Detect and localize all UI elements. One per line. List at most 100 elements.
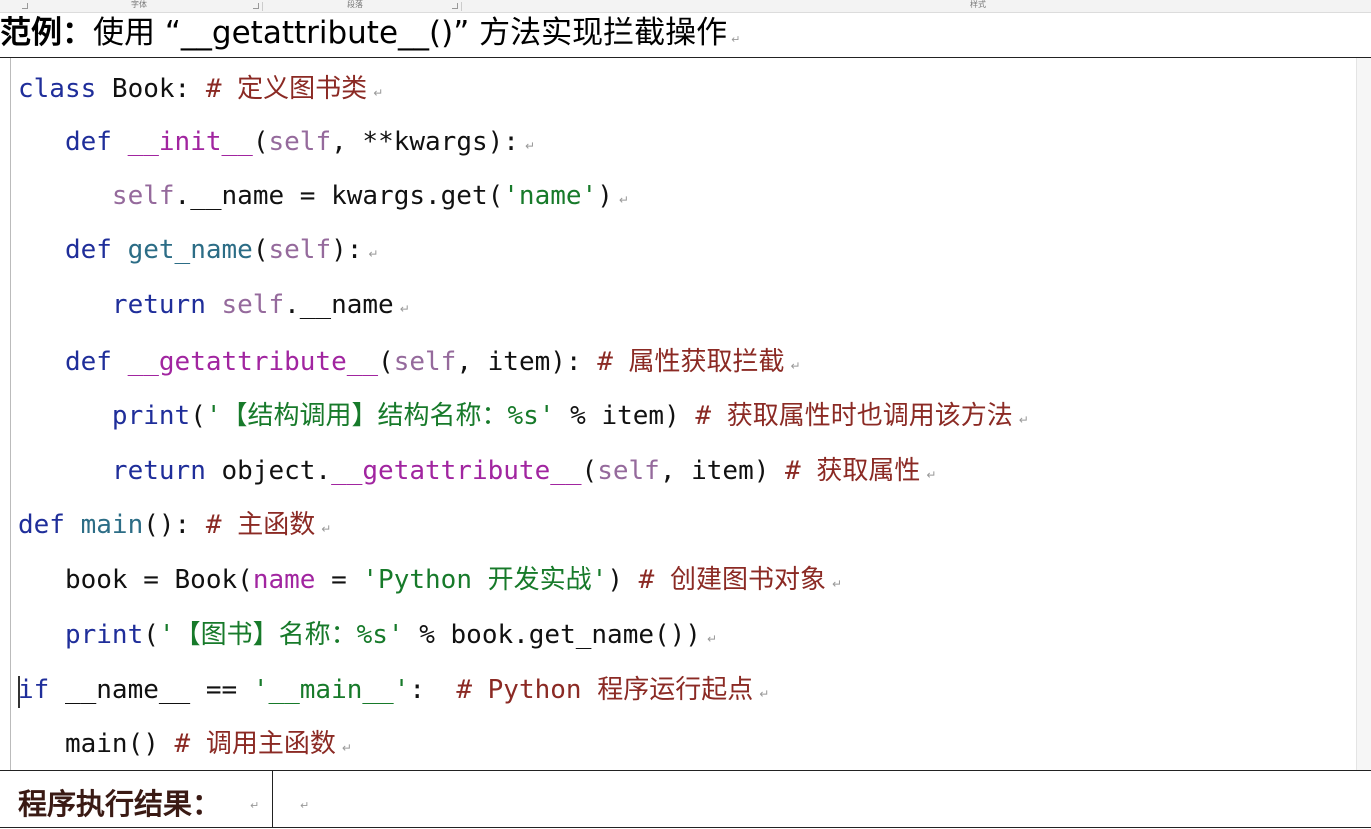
code-token: 【结构调用】结构名称： xyxy=(221,401,508,431)
code-token: = xyxy=(315,565,363,595)
code-token: if xyxy=(18,675,50,705)
code-token: 【图书】名称： xyxy=(174,620,357,650)
code-token: def xyxy=(64,235,112,265)
code-line: print('【图书】名称：%s' % book.get_name()) ↵ xyxy=(18,615,717,655)
code-line: if __name__ == '__main__': # Python 程序运行… xyxy=(18,670,769,710)
code-token: , item): xyxy=(456,347,598,377)
font-dialog-launcher-icon[interactable] xyxy=(253,3,259,9)
code-token: # xyxy=(205,510,238,540)
code-token: return xyxy=(111,456,206,486)
code-token: __name__ == xyxy=(49,675,253,705)
ribbon-dialog-launcher-icon[interactable] xyxy=(22,3,28,9)
code-token: __init__ xyxy=(127,127,253,157)
code-block-right-margin xyxy=(1356,58,1371,770)
cell-end-mark-icon: ↵ xyxy=(250,799,260,812)
paragraph-mark-icon: ↵ xyxy=(926,468,937,482)
code-token: main() xyxy=(18,729,175,759)
code-token: ' xyxy=(158,620,175,650)
paragraph-mark-icon: ↵ xyxy=(790,359,801,373)
code-token: ) xyxy=(607,565,639,595)
paragraph-mark-icon: ↵ xyxy=(706,632,718,646)
code-token: 获取属性 xyxy=(816,456,921,486)
code-token: ( xyxy=(190,401,206,431)
code-token: ( xyxy=(378,347,394,377)
code-token: 开发实战 xyxy=(487,565,592,595)
paragraph-mark-icon: ↵ xyxy=(368,247,379,261)
paragraph-mark-icon: ↵ xyxy=(731,33,741,46)
code-token: ) xyxy=(597,181,613,211)
code-line: def __init__(self, **kwargs): ↵ xyxy=(18,122,535,162)
code-token: ' xyxy=(591,565,608,595)
code-token: 'name' xyxy=(503,181,598,211)
code-token: self xyxy=(221,290,285,320)
code-line: main() # 调用主函数 ↵ xyxy=(18,724,352,764)
code-token: def xyxy=(64,347,112,377)
code-token: name xyxy=(252,565,316,595)
code-line: return object.__getattribute__(self, ite… xyxy=(18,451,937,491)
code-token: get_name xyxy=(127,235,253,265)
paragraph-mark-icon: ↵ xyxy=(524,139,536,153)
paragraph-mark-icon: ↵ xyxy=(321,522,332,536)
code-token: # xyxy=(638,565,670,595)
text-cursor xyxy=(18,676,20,708)
code-line: def get_name(self): ↵ xyxy=(18,230,379,270)
code-token: ): xyxy=(331,235,363,265)
code-line: return self.__name ↵ xyxy=(18,285,410,325)
code-token: 程序运行起点 xyxy=(597,675,754,705)
code-token: print xyxy=(111,401,191,431)
paragraph-mark-icon: ↵ xyxy=(399,302,410,316)
code-line: print('【结构调用】结构名称：%s' % item) # 获取属性时也调用… xyxy=(18,396,1029,436)
result-label-cell[interactable]: 程序执行结果： ↵ xyxy=(0,771,273,827)
code-token: # xyxy=(205,74,238,104)
code-token: , item) xyxy=(659,456,786,486)
code-token: book = Book( xyxy=(18,565,253,595)
code-token: 调用主函数 xyxy=(205,729,336,759)
code-token: __getattribute__ xyxy=(127,347,379,377)
code-token: '__main__' xyxy=(252,675,410,705)
code-token: def xyxy=(18,510,65,540)
result-output-cell[interactable]: ↵ xyxy=(300,799,309,812)
code-token: # Python xyxy=(456,675,598,705)
code-line: book = Book(name = 'Python 开发实战') # 创建图书… xyxy=(18,560,842,600)
code-token: self xyxy=(597,456,660,486)
code-token: , **kwargs): xyxy=(331,127,519,157)
ribbon-separator xyxy=(461,2,462,11)
code-token: .__name xyxy=(284,290,394,320)
code-line: def main(): # 主函数 ↵ xyxy=(18,505,331,545)
code-token: # xyxy=(785,456,817,486)
code-token: 'Python xyxy=(362,565,488,595)
code-token: 创建图书对象 xyxy=(669,565,826,595)
code-token: self xyxy=(268,127,332,157)
paragraph-mark-icon: ↵ xyxy=(618,193,629,207)
code-token: .__name = kwargs.get( xyxy=(174,181,504,211)
code-token: class xyxy=(18,74,97,104)
paragraph-mark-icon: ↵ xyxy=(759,687,770,701)
code-token: self xyxy=(393,347,457,377)
code-token: ( xyxy=(252,235,269,265)
code-line: def __getattribute__(self, item): # 属性获取… xyxy=(18,342,801,382)
code-token: Book: xyxy=(96,74,206,104)
heading-label: 范例 xyxy=(0,15,62,51)
code-token: 属性获取拦截 xyxy=(628,347,785,377)
code-token: __getattribute__ xyxy=(331,456,582,486)
code-token: # xyxy=(695,401,727,431)
paragraph-dialog-launcher-icon[interactable] xyxy=(452,3,458,9)
code-token: 获取属性时也调用该方法 xyxy=(726,401,1013,431)
code-block[interactable]: class Book: # 定义图书类 ↵ def __init__(self, … xyxy=(0,57,1371,771)
code-token: self xyxy=(268,235,332,265)
ribbon-group-styles: 样式 xyxy=(970,0,986,9)
ribbon-group-font: 字体 xyxy=(131,0,147,9)
